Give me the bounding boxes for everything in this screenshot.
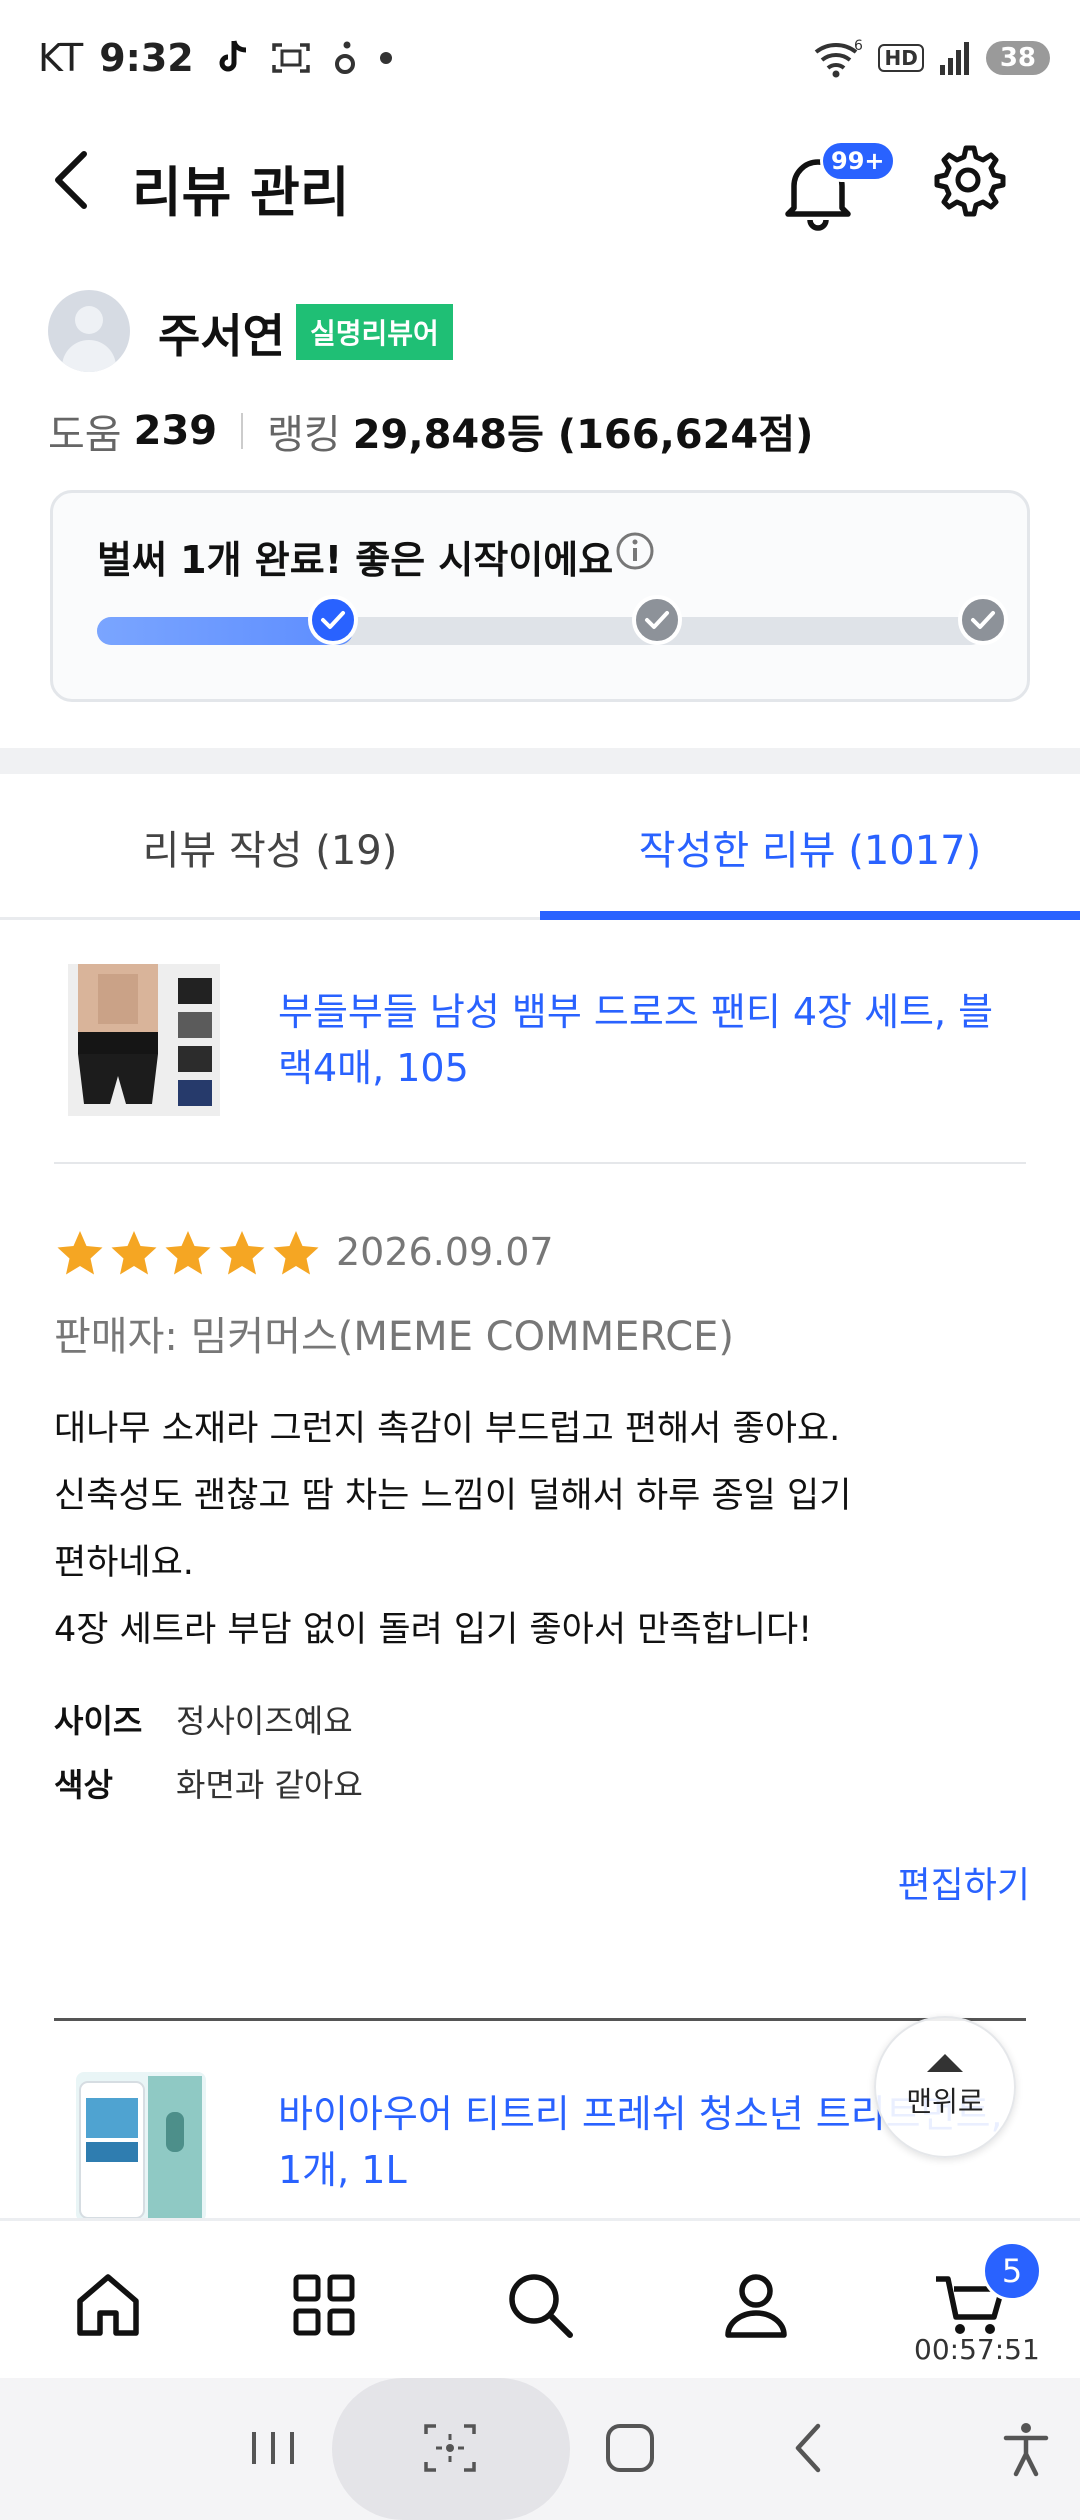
- star-rating: [54, 1228, 322, 1280]
- page-title: 리뷰 관리: [132, 161, 350, 224]
- review-text: 대나무 소재라 그런지 촉감이 부드럽고 편해서 좋아요. 신축성도 괜찮고 땀…: [54, 1396, 1014, 1664]
- more-notifications-dot: [379, 52, 392, 64]
- notification-count-badge: 99+: [820, 140, 896, 182]
- battery-indicator: 38: [985, 41, 1050, 75]
- category-grid-icon[interactable]: [288, 2269, 360, 2341]
- edit-review-button[interactable]: 편집하기: [898, 1856, 1030, 1908]
- progress-step-1: [308, 595, 358, 645]
- review-date: 2026.09.07: [336, 1230, 554, 1274]
- check-icon: [645, 611, 669, 629]
- wifi-icon: 6: [815, 38, 863, 78]
- notifications-button[interactable]: 99+: [782, 140, 896, 231]
- wifi-6-label: 6: [854, 38, 863, 54]
- star-icon: [111, 1231, 157, 1275]
- divider: [54, 1162, 1026, 1164]
- stat-divider: [241, 413, 244, 449]
- help-label: 도움: [48, 412, 122, 458]
- gear-icon[interactable]: [930, 142, 1006, 218]
- screen-capture-icon[interactable]: [420, 2416, 480, 2480]
- notification-icons: [216, 39, 392, 77]
- app-header: 리뷰 관리 99+: [0, 120, 1080, 240]
- progress-title: 벌써 1개 완료! 좋은 시작이에요: [97, 538, 614, 582]
- status-bar: KT 9:32 6 HD 38: [0, 0, 1080, 120]
- accessibility-status-icon: [334, 41, 355, 74]
- arrow-up-icon: [927, 2054, 963, 2072]
- bottom-navigation: 5 00:57:51: [0, 2218, 1080, 2378]
- tab-write-review[interactable]: 리뷰 작성 (19): [0, 774, 540, 920]
- status-left: KT 9:32: [38, 36, 392, 80]
- help-count: 239: [133, 408, 218, 454]
- carrier-label: KT: [38, 36, 84, 80]
- progress-track: [97, 617, 985, 645]
- attribute-key: 색상: [54, 1766, 113, 1804]
- review-progress-card: 벌써 1개 완료! 좋은 시작이에요: [50, 490, 1030, 702]
- active-tab-indicator: [540, 911, 1080, 920]
- verified-reviewer-badge: 실명리뷰어: [296, 304, 453, 360]
- review-tabs: 리뷰 작성 (19) 작성한 리뷰 (1017): [0, 774, 1080, 920]
- attribute-value: 정사이즈예요: [176, 1702, 353, 1740]
- my-page-icon[interactable]: [720, 2269, 792, 2341]
- clock: 9:32: [99, 36, 194, 80]
- info-icon[interactable]: [615, 531, 655, 571]
- cart-count-badge: 5: [982, 2241, 1042, 2301]
- hd-voice-icon: HD: [878, 44, 924, 72]
- star-icon: [165, 1231, 211, 1275]
- tiktok-icon: [219, 40, 246, 72]
- review-separator: [54, 2018, 1026, 2021]
- star-icon: [273, 1231, 319, 1275]
- attribute-key: 사이즈: [54, 1702, 143, 1740]
- avatar: [48, 290, 130, 372]
- recent-apps-icon[interactable]: [244, 2416, 304, 2480]
- tab-written-reviews[interactable]: 작성한 리뷰 (1017): [540, 774, 1080, 920]
- home-icon[interactable]: [600, 2416, 660, 2480]
- profile-stats: 도움 239 랭킹 29,848등 (166,624점): [48, 402, 813, 460]
- review-text-line: 대나무 소재라 그런지 촉감이 부드럽고 편해서 좋아요.: [54, 1409, 841, 1449]
- search-icon[interactable]: [504, 2269, 576, 2341]
- review-product[interactable]: 부들부들 남성 뱀부 드로즈 팬티 4장 세트, 블랙4매, 105: [68, 964, 1028, 1164]
- treatment-bottle-image: [79, 2076, 202, 2219]
- ranking-value: 29,848등 (166,624점): [352, 412, 814, 458]
- ranking-label: 랭킹: [267, 412, 341, 458]
- star-icon: [57, 1231, 103, 1275]
- scroll-to-top-label: 맨위로: [906, 2085, 984, 2118]
- star-icon: [219, 1231, 265, 1275]
- seller-name: 판매자: 밈커머스(MEME COMMERCE): [54, 1314, 735, 1360]
- review-text-line: 편하네요.: [54, 1543, 194, 1583]
- check-icon: [971, 611, 995, 629]
- user-name: 주서연: [158, 309, 285, 363]
- progress-step-3: [958, 595, 1008, 645]
- product-thumbnail[interactable]: [76, 2072, 206, 2222]
- signal-icon: [939, 42, 969, 75]
- back-arrow-icon[interactable]: [44, 148, 104, 212]
- underwear-product-image: [68, 964, 220, 1116]
- check-icon: [321, 611, 345, 629]
- attribute-value: 화면과 같아요: [176, 1766, 363, 1804]
- review-text-line: 4장 세트라 부담 없이 돌려 입기 좋아서 만족합니다!: [54, 1610, 813, 1650]
- color-attribute: 색상 화면과 같아요: [54, 1760, 363, 1806]
- home-icon[interactable]: [72, 2269, 144, 2341]
- review-text-line: 신축성도 괜찮고 땀 차는 느낌이 덜해서 하루 종일 입기: [54, 1476, 852, 1516]
- back-icon[interactable]: [780, 2416, 840, 2480]
- scroll-to-top-button[interactable]: 맨위로: [874, 2016, 1016, 2158]
- size-attribute: 사이즈 정사이즈예요: [54, 1696, 353, 1742]
- product-thumbnail[interactable]: [68, 964, 220, 1116]
- accessibility-icon[interactable]: [996, 2416, 1056, 2480]
- system-navigation-bar: [0, 2378, 1080, 2520]
- section-divider: [0, 748, 1080, 774]
- screenshot-icon: [271, 43, 310, 73]
- status-right: 6 HD 38: [812, 38, 1050, 78]
- cart-timer: 00:57:51: [914, 2333, 1040, 2366]
- progress-step-2: [632, 595, 682, 645]
- product-name-link[interactable]: 부들부들 남성 뱀부 드로즈 팬티 4장 세트, 블랙4매, 105: [278, 984, 1018, 1096]
